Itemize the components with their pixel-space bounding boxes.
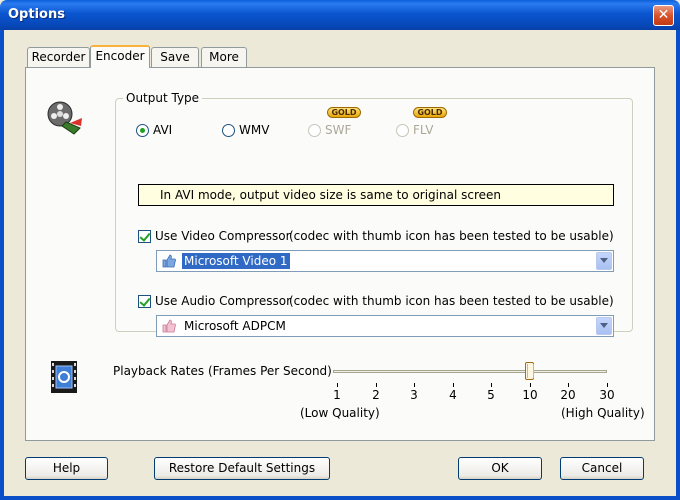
film-reel-icon xyxy=(47,101,82,135)
output-type-group: AVI WMV GOLD SWF GOLD FLV In AVI mode, o… xyxy=(115,98,633,337)
cancel-button[interactable]: Cancel xyxy=(560,457,644,480)
chevron-down-icon[interactable] xyxy=(596,317,612,335)
tick-mark xyxy=(568,383,569,387)
tick-label: 20 xyxy=(560,388,576,402)
title-bar[interactable]: Options ✕ xyxy=(0,0,680,30)
video-compressor-checkbox[interactable] xyxy=(138,230,151,243)
chevron-down-icon[interactable] xyxy=(596,252,612,270)
video-compressor-note: (codec with thumb icon has been tested t… xyxy=(289,229,614,243)
close-button[interactable]: ✕ xyxy=(653,5,674,26)
low-quality-label: (Low Quality) xyxy=(300,406,380,420)
tick-label: 5 xyxy=(487,388,495,402)
tick-label: 1 xyxy=(333,388,341,402)
mode-info-text: In AVI mode, output video size is same t… xyxy=(138,184,614,206)
tick-label: 3 xyxy=(410,388,418,402)
window-title: Options xyxy=(8,7,65,22)
radio-avi-label[interactable]: AVI xyxy=(153,123,172,137)
high-quality-label: (High Quality) xyxy=(561,406,645,420)
tick-mark xyxy=(491,383,492,387)
audio-compressor-checkbox[interactable] xyxy=(138,295,151,308)
film-strip-icon xyxy=(51,361,77,393)
tick-label: 30 xyxy=(599,388,615,402)
output-type-label: Output Type xyxy=(123,91,203,105)
tab-recorder[interactable]: Recorder xyxy=(27,47,90,67)
help-button[interactable]: Help xyxy=(25,457,108,480)
tick-mark xyxy=(530,383,531,387)
audio-codec-select[interactable]: Microsoft ADPCM xyxy=(156,315,614,337)
thumb-up-icon xyxy=(162,254,176,268)
radio-wmv[interactable] xyxy=(222,124,235,137)
radio-flv-label: FLV xyxy=(413,123,434,137)
audio-compressor-label[interactable]: Use Audio Compressor xyxy=(155,294,291,308)
audio-compressor-note: (codec with thumb icon has been tested t… xyxy=(289,294,614,308)
video-compressor-label[interactable]: Use Video Compressor xyxy=(155,229,291,243)
tab-save[interactable]: Save xyxy=(151,47,199,67)
playback-rate-label: Playback Rates (Frames Per Second) xyxy=(113,364,332,378)
radio-swf-label: SWF xyxy=(325,123,352,137)
radio-avi[interactable] xyxy=(136,124,149,137)
tab-encoder[interactable]: Encoder xyxy=(90,45,150,68)
encoder-panel: AVI WMV GOLD SWF GOLD FLV In AVI mode, o… xyxy=(25,67,655,441)
video-codec-select[interactable]: Microsoft Video 1 xyxy=(156,250,614,272)
tick-mark xyxy=(607,383,608,387)
tick-mark xyxy=(414,383,415,387)
window-frame-bottom xyxy=(0,496,680,500)
audio-codec-value: Microsoft ADPCM xyxy=(184,319,286,333)
window-frame-right xyxy=(676,30,680,500)
gold-badge-swf: GOLD xyxy=(327,107,361,118)
close-icon: ✕ xyxy=(657,7,670,23)
thumb-up-icon xyxy=(162,319,176,333)
video-codec-value: Microsoft Video 1 xyxy=(181,252,291,270)
window-frame-left xyxy=(0,30,4,500)
radio-wmv-label[interactable]: WMV xyxy=(239,123,269,137)
playback-rate-thumb[interactable] xyxy=(525,362,534,380)
ok-button[interactable]: OK xyxy=(458,457,542,480)
tick-label: 2 xyxy=(372,388,380,402)
tab-more[interactable]: More xyxy=(201,47,247,67)
tick-label: 4 xyxy=(449,388,457,402)
tick-mark xyxy=(337,383,338,387)
radio-flv xyxy=(396,124,409,137)
tick-mark xyxy=(376,383,377,387)
restore-defaults-button[interactable]: Restore Default Settings xyxy=(154,457,330,480)
playback-rate-track[interactable] xyxy=(333,370,607,373)
radio-swf xyxy=(308,124,321,137)
tick-mark xyxy=(453,383,454,387)
gold-badge-flv: GOLD xyxy=(413,107,447,118)
tick-label: 10 xyxy=(522,388,538,402)
